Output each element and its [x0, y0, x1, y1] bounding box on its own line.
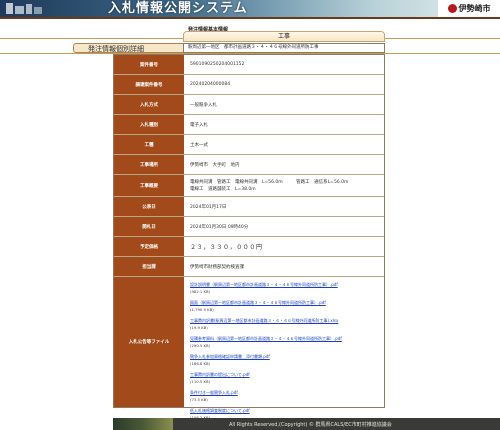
- work-summary-line: 電線工 道路舗装工 L=38.0m: [190, 187, 256, 192]
- table-row: 入札種別 電子入札: [114, 115, 384, 135]
- file-link[interactable]: 工事費内訳書(駅周辺第一地区都市計画道路３・４・４６号線外同道所防工事).xls…: [190, 318, 384, 324]
- header-divider: [0, 17, 500, 19]
- row-label: 工事場所: [114, 155, 184, 174]
- work-type-tab: 工事: [183, 31, 385, 42]
- row-value: 伊勢崎市 大手町 地内: [185, 155, 384, 174]
- table-row: 予定価格 ２３，３３０，０００円: [114, 237, 384, 257]
- city-name: 伊勢崎市: [458, 4, 491, 13]
- row-label: 入札方式: [114, 95, 184, 114]
- table-row: 入札方式 一般競争入札: [114, 95, 384, 115]
- row-label: 開札日: [114, 217, 184, 236]
- row-label: 入札公告等ファイル: [114, 277, 184, 407]
- app-header: 入札情報公開システム: [0, 0, 500, 17]
- list-item: 設計説明書（駅周辺第一地区都市計画道路３・４・４６号線外同道所防工事）.pdf …: [190, 282, 384, 294]
- row-label: 公表日: [114, 197, 184, 216]
- list-item: 見積参考資料（駅周辺第一地区都市計画道路３・４・４６号線外同道所防工事）.pdf…: [190, 336, 384, 348]
- table-row: 開札日 2024年01月30日 09時40分: [114, 217, 384, 237]
- list-item: 競争入札参加資格確認申請書＿添付書類.pdf (166.8 KB): [190, 354, 384, 366]
- row-value: 伊勢崎市財務部契約検査課: [185, 257, 384, 276]
- row-value: 一般競争入札: [185, 95, 384, 114]
- project-name: 駅周辺第一地区 都市計画道路３・４・４６号線外同道所防工事: [183, 43, 385, 53]
- info-table: 案件番号 5901090250204001152 調達案件番号 20240204…: [113, 54, 385, 420]
- city-logo-area[interactable]: 伊勢崎市: [438, 0, 500, 17]
- work-summary-line: 電線共同溝 管路工 電線共同溝 L=56.0m 管路工 通信系L=56.0m: [190, 180, 349, 185]
- table-row: 工事概要 電線共同溝 管路工 電線共同溝 L=56.0m 管路工 通信系L=56…: [114, 175, 384, 197]
- row-label: 調達案件番号: [114, 75, 184, 94]
- file-link[interactable]: 条件付き一般競争入札.pdf: [190, 390, 384, 396]
- detail-heading: 発注情報個別詳細: [73, 43, 187, 53]
- row-value: 電子入札: [185, 115, 384, 134]
- file-link[interactable]: 見積参考資料（駅周辺第一地区都市計画道路３・４・４６号線外同道所防工事）.pdf: [190, 336, 384, 342]
- row-label: 工事概要: [114, 175, 184, 196]
- row-value: 5901090250204001152: [185, 55, 384, 74]
- file-size: (1,790.9 KB): [190, 307, 214, 312]
- file-link[interactable]: 低入札価格調査制度について.pdf: [190, 408, 384, 414]
- row-value: 2024年01月17日: [185, 197, 384, 216]
- table-row: 公表日 2024年01月17日: [114, 197, 384, 217]
- row-value: 土木一式: [185, 135, 384, 154]
- row-label: 案件番号: [114, 55, 184, 74]
- file-size: (290.5 KB): [190, 343, 211, 348]
- list-item: 図面（駅周辺第一地区都市計画道路３・４・４６号線外同道所防工事）.pdf (1,…: [190, 300, 384, 312]
- file-size: (110.5 KB): [190, 379, 211, 384]
- header-landscape-icon: [6, 3, 42, 14]
- files-row: 入札公告等ファイル 設計説明書（駅周辺第一地区都市計画道路３・４・４６号線外同道…: [114, 277, 384, 420]
- table-row: 案件番号 5901090250204001152: [114, 55, 384, 75]
- row-value: 20240204000084: [185, 75, 384, 94]
- file-link[interactable]: 競争入札参加資格確認申請書＿添付書類.pdf: [190, 354, 384, 360]
- city-emblem-icon: [447, 4, 457, 13]
- file-size: (166.8 KB): [190, 361, 211, 366]
- app-title: 入札情報公開システム: [108, 1, 248, 16]
- footer-decoration: [113, 418, 173, 430]
- file-size: (982.1 KB): [190, 289, 211, 294]
- list-item: 工事費内訳書(駅周辺第一地区都市計画道路３・４・４６号線外同道所防工事).xls…: [190, 318, 384, 330]
- row-label: 予定価格: [114, 237, 184, 256]
- table-row: 担当課 伊勢崎市財務部契約検査課: [114, 257, 384, 277]
- list-item: 工事費内訳書の提出について.pdf (110.5 KB): [190, 372, 384, 384]
- table-row: 工事場所 伊勢崎市 大手町 地内: [114, 155, 384, 175]
- file-list: 設計説明書（駅周辺第一地区都市計画道路３・４・４６号線外同道所防工事）.pdf …: [185, 277, 384, 420]
- row-label: 入札種別: [114, 115, 184, 134]
- estimated-price: ２３，３３０，０００円: [185, 237, 384, 256]
- file-link[interactable]: 工事費内訳書の提出について.pdf: [190, 372, 384, 378]
- row-value: 2024年01月30日 09時40分: [185, 217, 384, 236]
- file-size: (73.5 KB): [190, 397, 208, 402]
- list-item: 条件付き一般競争入札.pdf (73.5 KB): [190, 390, 384, 402]
- row-value: 電線共同溝 管路工 電線共同溝 L=56.0m 管路工 通信系L=56.0m 電…: [185, 175, 384, 196]
- row-label: 工種: [114, 135, 184, 154]
- file-link[interactable]: 図面（駅周辺第一地区都市計画道路３・４・４６号線外同道所防工事）.pdf: [190, 300, 384, 306]
- table-row: 調達案件番号 20240204000084: [114, 75, 384, 95]
- footer-copyright: All Rights Reserved,(Copyright) © 群馬県CAL…: [229, 422, 392, 428]
- table-row: 工種 土木一式: [114, 135, 384, 155]
- file-link[interactable]: 設計説明書（駅周辺第一地区都市計画道路３・４・４６号線外同道所防工事）.pdf: [190, 282, 384, 288]
- file-size: (19.9 KB): [190, 325, 208, 330]
- row-label: 担当課: [114, 257, 184, 276]
